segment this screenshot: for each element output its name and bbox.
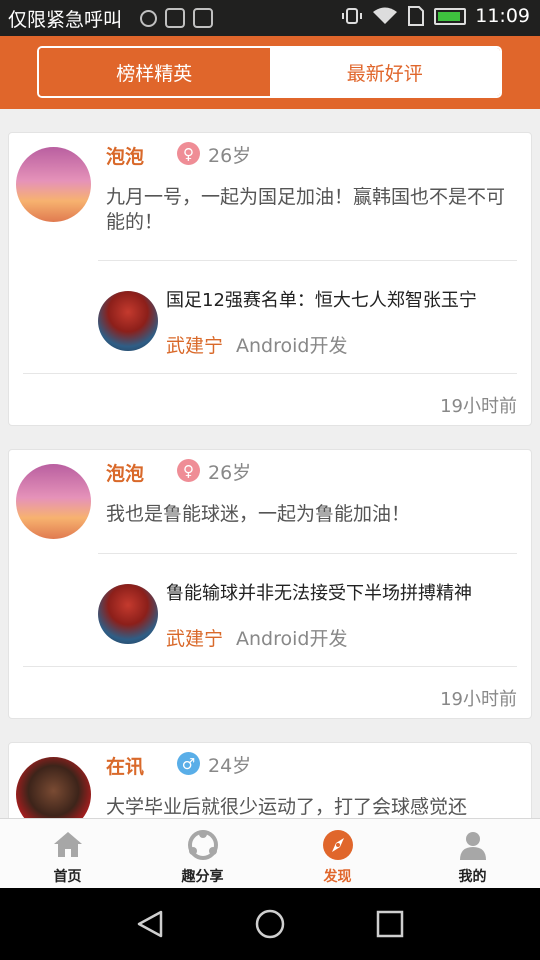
- status-icons-left: [140, 8, 213, 28]
- home-icon: [53, 832, 82, 857]
- user-age: 26岁: [208, 145, 252, 167]
- feed-card[interactable]: 泡泡 ♀ 26岁 我也是鲁能球迷，一起为鲁能加油！ 鲁能输球并非无法接受下半场拼…: [8, 449, 532, 719]
- tab-label: 趣分享: [181, 869, 224, 885]
- bottom-tab-bar: 首页 趣分享 发现 我的: [0, 818, 540, 888]
- clock: 11:09: [475, 5, 530, 27]
- female-icon: ♀: [177, 142, 200, 165]
- avatar[interactable]: [16, 757, 91, 818]
- system-navigation-bar: [0, 888, 540, 960]
- comment-text: 我也是鲁能球迷，一起为鲁能加油！: [106, 503, 411, 525]
- tab-latest-reviews[interactable]: 最新好评: [269, 48, 500, 96]
- person-icon: [459, 832, 486, 860]
- timestamp: 19小时前: [440, 689, 517, 710]
- avatar[interactable]: [16, 464, 91, 539]
- author-role: Android开发: [236, 335, 348, 357]
- avatar[interactable]: [16, 147, 91, 222]
- user-name[interactable]: 泡泡: [106, 142, 144, 169]
- back-icon[interactable]: [133, 906, 169, 942]
- sim-icon: [408, 6, 425, 26]
- divider: [23, 373, 517, 374]
- feed-card[interactable]: 在讯 ♂ 24岁 大学毕业后就很少运动了，打了会球感觉还: [8, 742, 532, 818]
- compass-icon: [322, 830, 353, 860]
- home-circle-icon[interactable]: [252, 906, 288, 942]
- divider: [98, 260, 517, 261]
- article-thumbnail: [98, 584, 158, 644]
- tab-mine[interactable]: 我的: [405, 819, 540, 888]
- app-header: 榜样精英 最新好评: [0, 36, 540, 109]
- divider: [23, 666, 517, 667]
- wifi-icon: [373, 7, 398, 24]
- moon-icon: [140, 10, 157, 27]
- tab-share[interactable]: 趣分享: [135, 819, 270, 888]
- author-name: 武建宁: [166, 335, 224, 357]
- segment-control: 榜样精英 最新好评: [37, 46, 502, 98]
- article-title: 国足12强赛名单：恒大七人郑智张玉宁: [166, 290, 477, 311]
- male-icon: ♂: [177, 752, 200, 775]
- tab-label: 我的: [458, 869, 487, 885]
- female-icon: ♀: [177, 459, 200, 482]
- recents-icon[interactable]: [372, 906, 408, 942]
- vibrate-icon: [342, 8, 363, 24]
- image-icon: [193, 8, 213, 28]
- feed-list[interactable]: 泡泡 ♀ 26岁 九月一号，一起为国足加油！赢韩国也不是不可能的！ 国足12强赛…: [0, 109, 540, 818]
- user-age: 26岁: [208, 462, 252, 484]
- tab-label: 首页: [53, 869, 82, 885]
- author-name: 武建宁: [166, 628, 224, 650]
- carrier-text: 仅限紧急呼叫: [8, 9, 123, 31]
- user-name[interactable]: 泡泡: [106, 459, 144, 486]
- user-age: 24岁: [208, 755, 252, 777]
- status-icons-right: 11:09: [341, 5, 530, 27]
- comment-text: 大学毕业后就很少运动了，打了会球感觉还: [106, 796, 468, 818]
- comment-text: 九月一号，一起为国足加油！赢韩国也不是不可能的！: [106, 186, 506, 233]
- user-name[interactable]: 在讯: [106, 752, 144, 779]
- share-icon: [187, 830, 218, 860]
- article-title: 鲁能输球并非无法接受下半场拼搏精神: [166, 583, 472, 604]
- article-thumbnail: [98, 291, 158, 351]
- divider: [98, 553, 517, 554]
- battery-icon: [434, 7, 467, 25]
- tab-discover[interactable]: 发现: [270, 819, 405, 888]
- tab-home[interactable]: 首页: [0, 819, 135, 888]
- car-icon: [165, 8, 185, 28]
- tab-elite[interactable]: 榜样精英: [39, 48, 270, 96]
- author-role: Android开发: [236, 628, 348, 650]
- feed-card[interactable]: 泡泡 ♀ 26岁 九月一号，一起为国足加油！赢韩国也不是不可能的！ 国足12强赛…: [8, 132, 532, 426]
- timestamp: 19小时前: [440, 396, 517, 417]
- tab-label: 发现: [323, 869, 352, 885]
- status-bar: 仅限紧急呼叫 11:09: [0, 0, 540, 36]
